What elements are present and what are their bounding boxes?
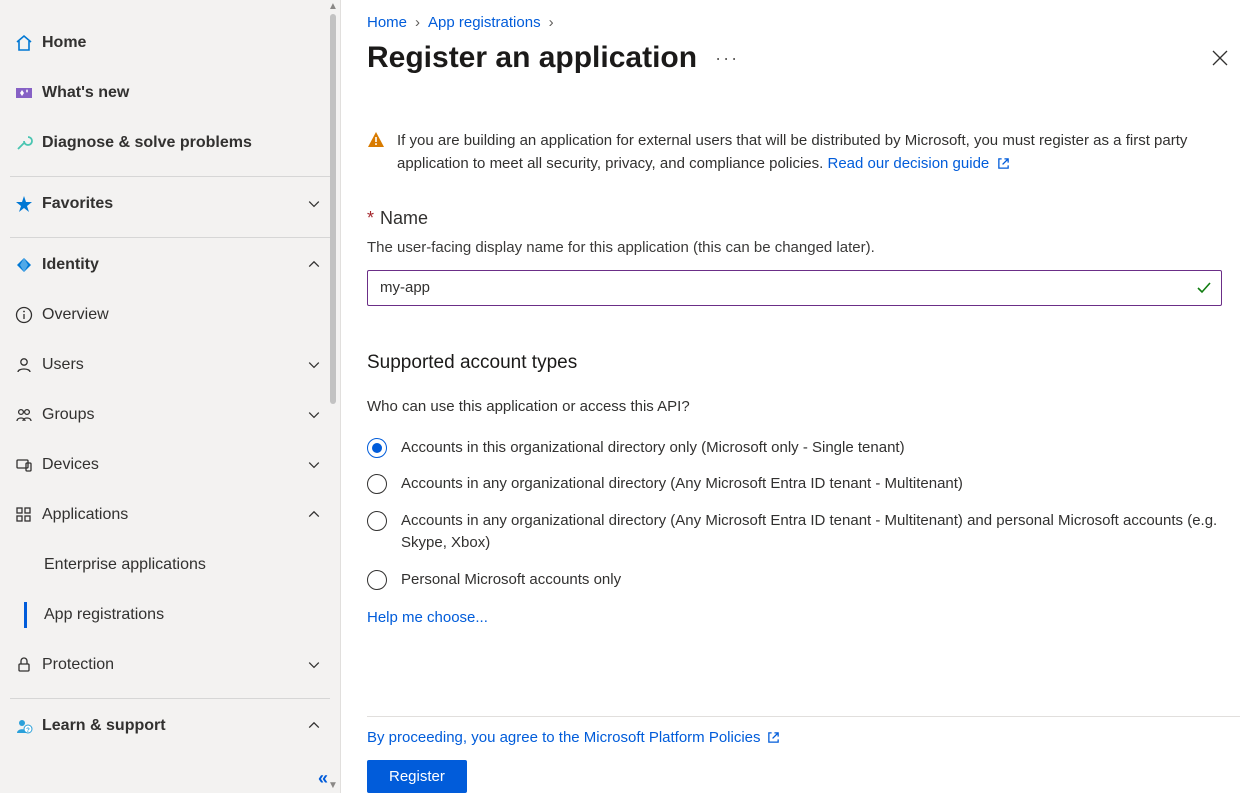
sidebar-item-label: Diagnose & solve problems: [42, 134, 326, 152]
person-q-icon: ?: [8, 716, 40, 736]
sidebar-item-protection[interactable]: Protection: [0, 640, 340, 690]
account-types-question: Who can use this application or access t…: [367, 398, 1232, 415]
radio-button[interactable]: [367, 511, 387, 531]
sidebar-divider: [10, 698, 330, 699]
sidebar-item-overview[interactable]: Overview: [0, 290, 340, 340]
required-marker: *: [367, 208, 374, 229]
radio-label: Accounts in any organizational directory…: [401, 473, 963, 496]
sidebar-item-label: Favorites: [42, 195, 302, 213]
external-link-icon: [767, 731, 780, 744]
platform-policies-link[interactable]: By proceeding, you agree to the Microsof…: [367, 729, 780, 746]
sidebar-item-learn-support[interactable]: ? Learn & support: [0, 701, 340, 751]
radio-label: Accounts in this organizational director…: [401, 437, 905, 460]
sidebar-item-label: Applications: [42, 506, 302, 524]
chevron-up-icon: [302, 257, 326, 273]
radio-label: Personal Microsoft accounts only: [401, 569, 621, 592]
sidebar-item-label: App registrations: [44, 606, 164, 624]
sidebar: Home What's new Diagnose & solve problems F…: [0, 0, 341, 793]
breadcrumb-app-registrations[interactable]: App registrations: [428, 14, 541, 31]
sidebar-item-identity[interactable]: Identity: [0, 240, 340, 290]
sidebar-item-label: Protection: [42, 656, 302, 674]
help-me-choose-link[interactable]: Help me choose...: [367, 609, 488, 626]
close-button[interactable]: [1208, 46, 1232, 70]
sidebar-item-users[interactable]: Users: [0, 340, 340, 390]
footer: By proceeding, you agree to the Microsof…: [367, 716, 1240, 793]
lock-icon: [8, 655, 40, 675]
warning-icon: [367, 131, 385, 176]
sidebar-item-label: Identity: [42, 256, 302, 274]
valid-check-icon: [1196, 280, 1212, 296]
sidebar-item-label: Home: [42, 34, 326, 52]
alert-text: If you are building an application for e…: [397, 132, 1187, 172]
chevron-down-icon: [302, 196, 326, 212]
sidebar-item-devices[interactable]: Devices: [0, 440, 340, 490]
breadcrumb-sep: ›: [415, 14, 420, 31]
sidebar-item-home[interactable]: Home: [0, 18, 340, 68]
chevron-down-icon: [302, 357, 326, 373]
sidebar-subitem-enterprise-applications[interactable]: Enterprise applications: [0, 540, 340, 590]
chevron-down-icon: [302, 457, 326, 473]
sidebar-item-label: Overview: [42, 306, 326, 324]
chevron-down-icon: [302, 407, 326, 423]
account-type-option-0[interactable]: Accounts in this organizational director…: [367, 437, 1232, 460]
sidebar-item-applications[interactable]: Applications: [0, 490, 340, 540]
sidebar-item-label: What's new: [42, 84, 326, 102]
radio-label: Accounts in any organizational directory…: [401, 510, 1232, 555]
name-label: Name: [380, 208, 428, 229]
star-icon: [8, 194, 40, 214]
chevron-down-icon: [302, 657, 326, 673]
sidebar-item-what-s-new[interactable]: What's new: [0, 68, 340, 118]
radio-button[interactable]: [367, 474, 387, 494]
app-name-input[interactable]: [367, 270, 1222, 306]
svg-text:?: ?: [26, 728, 30, 734]
account-type-option-1[interactable]: Accounts in any organizational directory…: [367, 473, 1232, 496]
account-types-radiogroup: Accounts in this organizational director…: [367, 437, 1232, 592]
sidebar-divider: [10, 237, 330, 238]
chevron-up-icon: [302, 718, 326, 734]
warning-alert: If you are building an application for e…: [367, 129, 1232, 176]
decision-guide-link[interactable]: Read our decision guide: [827, 155, 1010, 172]
collapse-sidebar-button[interactable]: «: [318, 768, 324, 789]
more-actions-icon[interactable]: ···: [715, 48, 739, 69]
scroll-down-icon: ▼: [328, 781, 338, 791]
sidebar-item-label: Users: [42, 356, 302, 374]
sparkle-icon: [8, 83, 40, 103]
user-icon: [8, 355, 40, 375]
radio-button[interactable]: [367, 570, 387, 590]
sidebar-subitem-app-registrations[interactable]: App registrations: [0, 590, 340, 640]
wrench-icon: [8, 133, 40, 153]
sidebar-divider: [10, 176, 330, 177]
breadcrumb: Home › App registrations ›: [367, 14, 1232, 31]
breadcrumb-home[interactable]: Home: [367, 14, 407, 31]
sidebar-scrollbar[interactable]: ▲ ▼: [327, 0, 339, 793]
apps-icon: [8, 505, 40, 525]
account-type-option-2[interactable]: Accounts in any organizational directory…: [367, 510, 1232, 555]
sidebar-item-label: Enterprise applications: [44, 556, 206, 574]
page-title: Register an application: [367, 41, 697, 75]
sidebar-item-label: Learn & support: [42, 717, 302, 735]
sidebar-item-label: Devices: [42, 456, 302, 474]
diamond-icon: [8, 255, 40, 275]
group-icon: [8, 405, 40, 425]
sidebar-item-groups[interactable]: Groups: [0, 390, 340, 440]
register-button[interactable]: Register: [367, 760, 467, 793]
radio-button[interactable]: [367, 438, 387, 458]
sidebar-item-diagnose-solve-problems[interactable]: Diagnose & solve problems: [0, 118, 340, 168]
close-icon: [1212, 50, 1228, 66]
account-type-option-3[interactable]: Personal Microsoft accounts only: [367, 569, 1232, 592]
device-icon: [8, 455, 40, 475]
main-content: Home › App registrations › Register an a…: [341, 0, 1240, 793]
home-icon: [8, 33, 40, 53]
sidebar-item-label: Groups: [42, 406, 302, 424]
breadcrumb-sep: ›: [549, 14, 554, 31]
chevron-up-icon: [302, 507, 326, 523]
account-types-heading: Supported account types: [367, 352, 1232, 374]
name-description: The user-facing display name for this ap…: [367, 239, 1232, 256]
info-icon: [8, 305, 40, 325]
scroll-thumb[interactable]: [330, 14, 336, 404]
external-link-icon: [997, 157, 1010, 170]
sidebar-item-favorites[interactable]: Favorites: [0, 179, 340, 229]
scroll-up-icon: ▲: [328, 2, 338, 12]
